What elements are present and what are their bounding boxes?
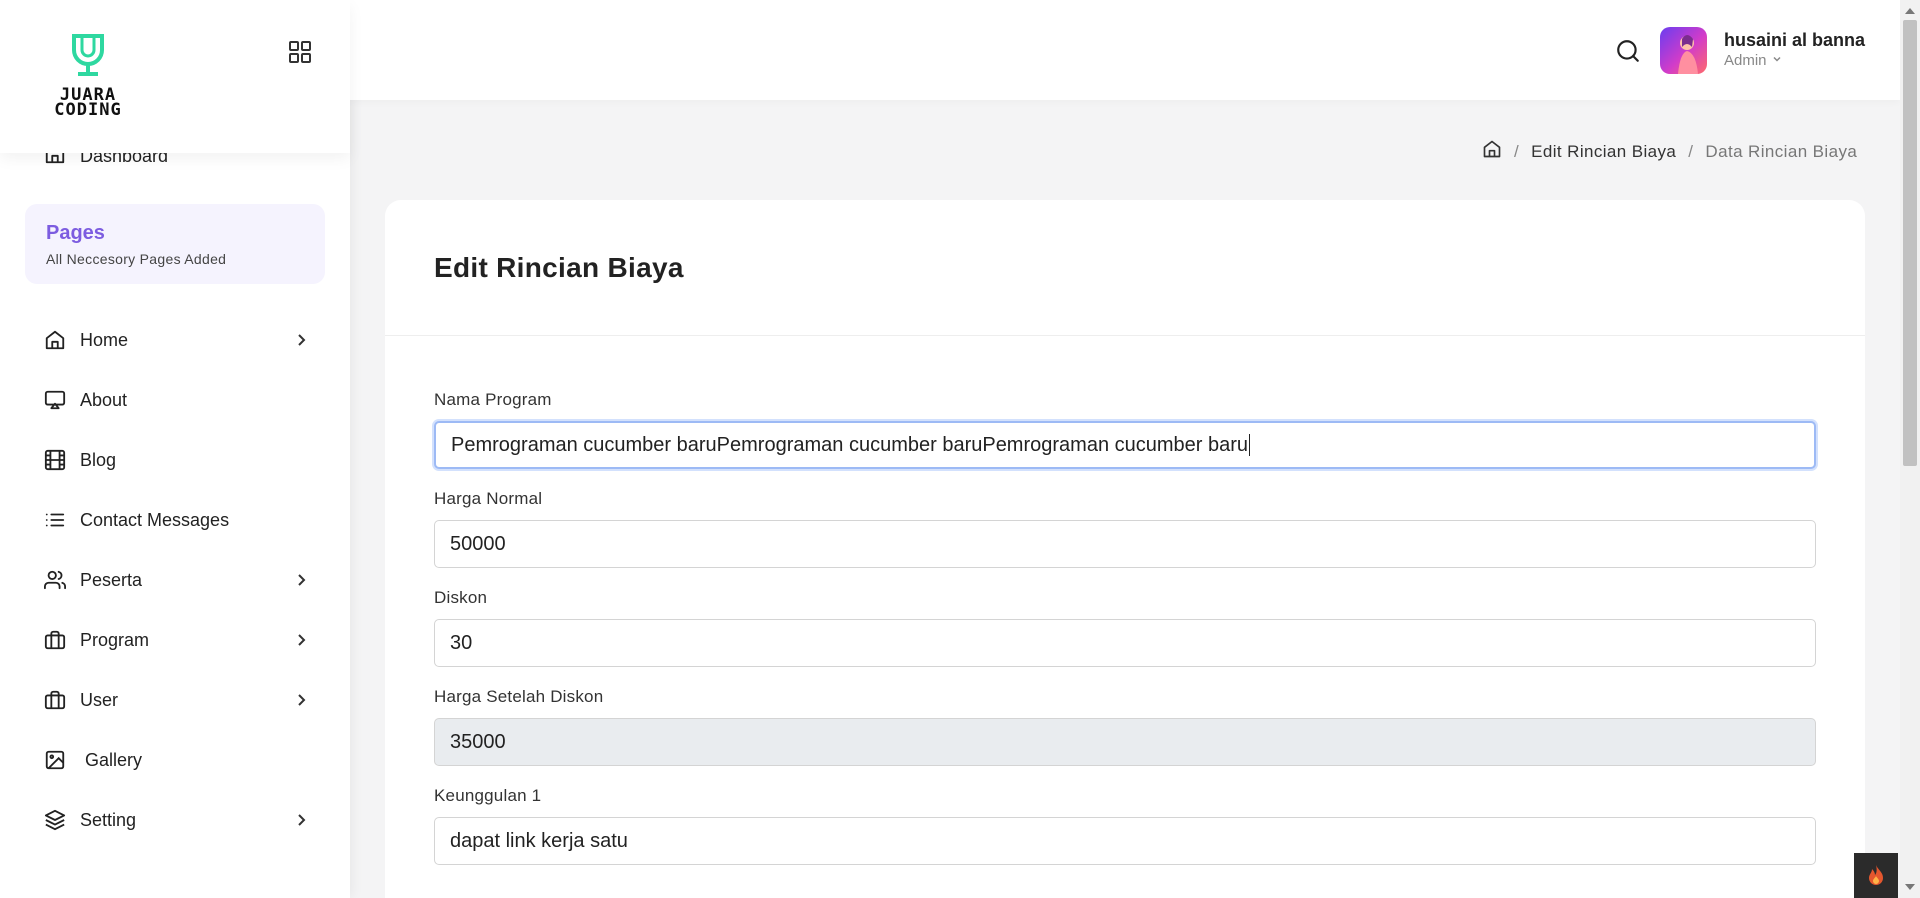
brand-header: JUARA CODING	[0, 0, 350, 153]
field-label: Keunggulan 1	[434, 786, 542, 805]
pages-card-title: Pages	[46, 222, 105, 244]
briefcase-icon	[44, 629, 66, 651]
sidebar-item-gallery[interactable]: Gallery	[0, 730, 350, 790]
users-icon	[44, 569, 66, 591]
field-label: Harga Normal	[434, 489, 543, 508]
sidebar-item-label: Gallery	[85, 749, 143, 770]
input-value: dapat link kerja satu	[450, 829, 628, 852]
chevron-down-icon	[1772, 54, 1782, 67]
layers-icon	[44, 809, 66, 831]
sidebar-item-label: About	[80, 389, 128, 410]
breadcrumb-separator: /	[1514, 141, 1520, 161]
chevron-right-icon	[294, 333, 308, 347]
page-title: Edit Rincian Biaya	[434, 252, 684, 283]
user-role-dropdown[interactable]: Admin	[1724, 52, 1782, 69]
edit-form: Nama Program Pemrograman cucumber baruPe…	[385, 336, 1865, 865]
input-value: 50000	[450, 532, 506, 555]
scroll-up-arrow-icon[interactable]	[1905, 8, 1915, 14]
field-label: Nama Program	[434, 390, 552, 409]
sidebar-item-label: Setting	[80, 809, 137, 830]
list-icon	[44, 509, 66, 531]
edit-card: Edit Rincian Biaya Nama Program Pemrogra…	[385, 200, 1865, 898]
form-group-harga-setelah-diskon: Harga Setelah Diskon 35000	[434, 687, 1816, 766]
sidebar-item-about[interactable]: About	[0, 370, 350, 430]
chevron-right-icon	[294, 633, 308, 647]
scroll-down-arrow-icon[interactable]	[1905, 884, 1915, 890]
keunggulan-1-input[interactable]: dapat link kerja satu	[434, 817, 1816, 865]
form-group-keunggulan-1: Keunggulan 1 dapat link kerja satu	[434, 786, 1816, 865]
logo-text: JUARA CODING	[54, 85, 122, 120]
page-scrollbar[interactable]	[1900, 0, 1920, 898]
form-group-nama-program: Nama Program Pemrograman cucumber baruPe…	[434, 390, 1816, 469]
top-header: husaini al banna Admin	[350, 0, 1900, 100]
sidebar: JUARA CODING Dashboard Pages All Necceso…	[0, 0, 350, 898]
sidebar-item-label: Peserta	[80, 569, 143, 590]
sidebar-item-label: Contact Messages	[80, 509, 230, 530]
user-name[interactable]: husaini al banna	[1724, 30, 1865, 51]
chevron-right-icon	[294, 813, 308, 827]
chevron-right-icon	[294, 573, 308, 587]
breadcrumb-separator: /	[1688, 141, 1694, 161]
sidebar-item-label: Blog	[80, 449, 117, 470]
nama-program-input[interactable]: Pemrograman cucumber baruPemrograman cuc…	[434, 421, 1816, 469]
user-role-label: Admin	[1724, 52, 1767, 69]
harga-normal-input[interactable]: 50000	[434, 520, 1816, 568]
sidebar-item-program[interactable]: Program	[0, 610, 350, 670]
breadcrumb: / Edit Rincian Biaya / Data Rincian Biay…	[1482, 139, 1857, 164]
harga-setelah-diskon-input: 35000	[434, 718, 1816, 766]
sidebar-item-label: User	[80, 689, 119, 710]
input-value: Pemrograman cucumber baruPemrograman cuc…	[451, 433, 1249, 456]
form-group-harga-normal: Harga Normal 50000	[434, 489, 1816, 568]
sidebar-item-blog[interactable]: Blog	[0, 430, 350, 490]
chevron-right-icon	[294, 693, 308, 707]
pages-card-subtitle: All Neccesory Pages Added	[46, 251, 227, 267]
field-label: Diskon	[434, 588, 488, 607]
sidebar-item-label: Home	[80, 329, 129, 350]
input-value: 30	[450, 631, 473, 654]
home-icon	[44, 329, 66, 351]
diskon-input[interactable]: 30	[434, 619, 1816, 667]
sidebar-item-peserta[interactable]: Peserta	[0, 550, 350, 610]
card-header: Edit Rincian Biaya	[385, 200, 1865, 336]
grid-icon[interactable]	[288, 40, 312, 64]
image-icon	[44, 749, 66, 771]
home-icon[interactable]	[1482, 139, 1502, 164]
debug-toolbar-toggle[interactable]	[1854, 853, 1898, 898]
search-icon[interactable]	[1615, 38, 1641, 64]
briefcase-icon	[44, 689, 66, 711]
sidebar-item-home[interactable]: Home	[0, 310, 350, 370]
text-caret	[1249, 434, 1251, 456]
film-icon	[44, 449, 66, 471]
form-group-diskon: Diskon 30	[434, 588, 1816, 667]
sidebar-item-contact-messages[interactable]: Contact Messages	[0, 490, 350, 550]
breadcrumb-link[interactable]: Edit Rincian Biaya	[1531, 142, 1676, 162]
sidebar-item-label: Program	[80, 629, 150, 650]
scrollbar-thumb[interactable]	[1903, 20, 1917, 466]
flame-icon	[1869, 864, 1883, 885]
sidebar-nav: Home About Blog Contact Messages Peserta…	[0, 310, 350, 850]
trophy-logo-icon	[72, 34, 104, 76]
monitor-icon	[44, 389, 66, 411]
input-value: 35000	[450, 730, 506, 753]
pages-card: Pages All Neccesory Pages Added	[25, 204, 325, 284]
breadcrumb-current: Data Rincian Biaya	[1705, 141, 1858, 161]
logo[interactable]: JUARA CODING	[42, 32, 134, 120]
sidebar-item-setting[interactable]: Setting	[0, 790, 350, 850]
sidebar-item-user[interactable]: User	[0, 670, 350, 730]
avatar[interactable]	[1660, 27, 1707, 74]
field-label: Harga Setelah Diskon	[434, 687, 604, 706]
